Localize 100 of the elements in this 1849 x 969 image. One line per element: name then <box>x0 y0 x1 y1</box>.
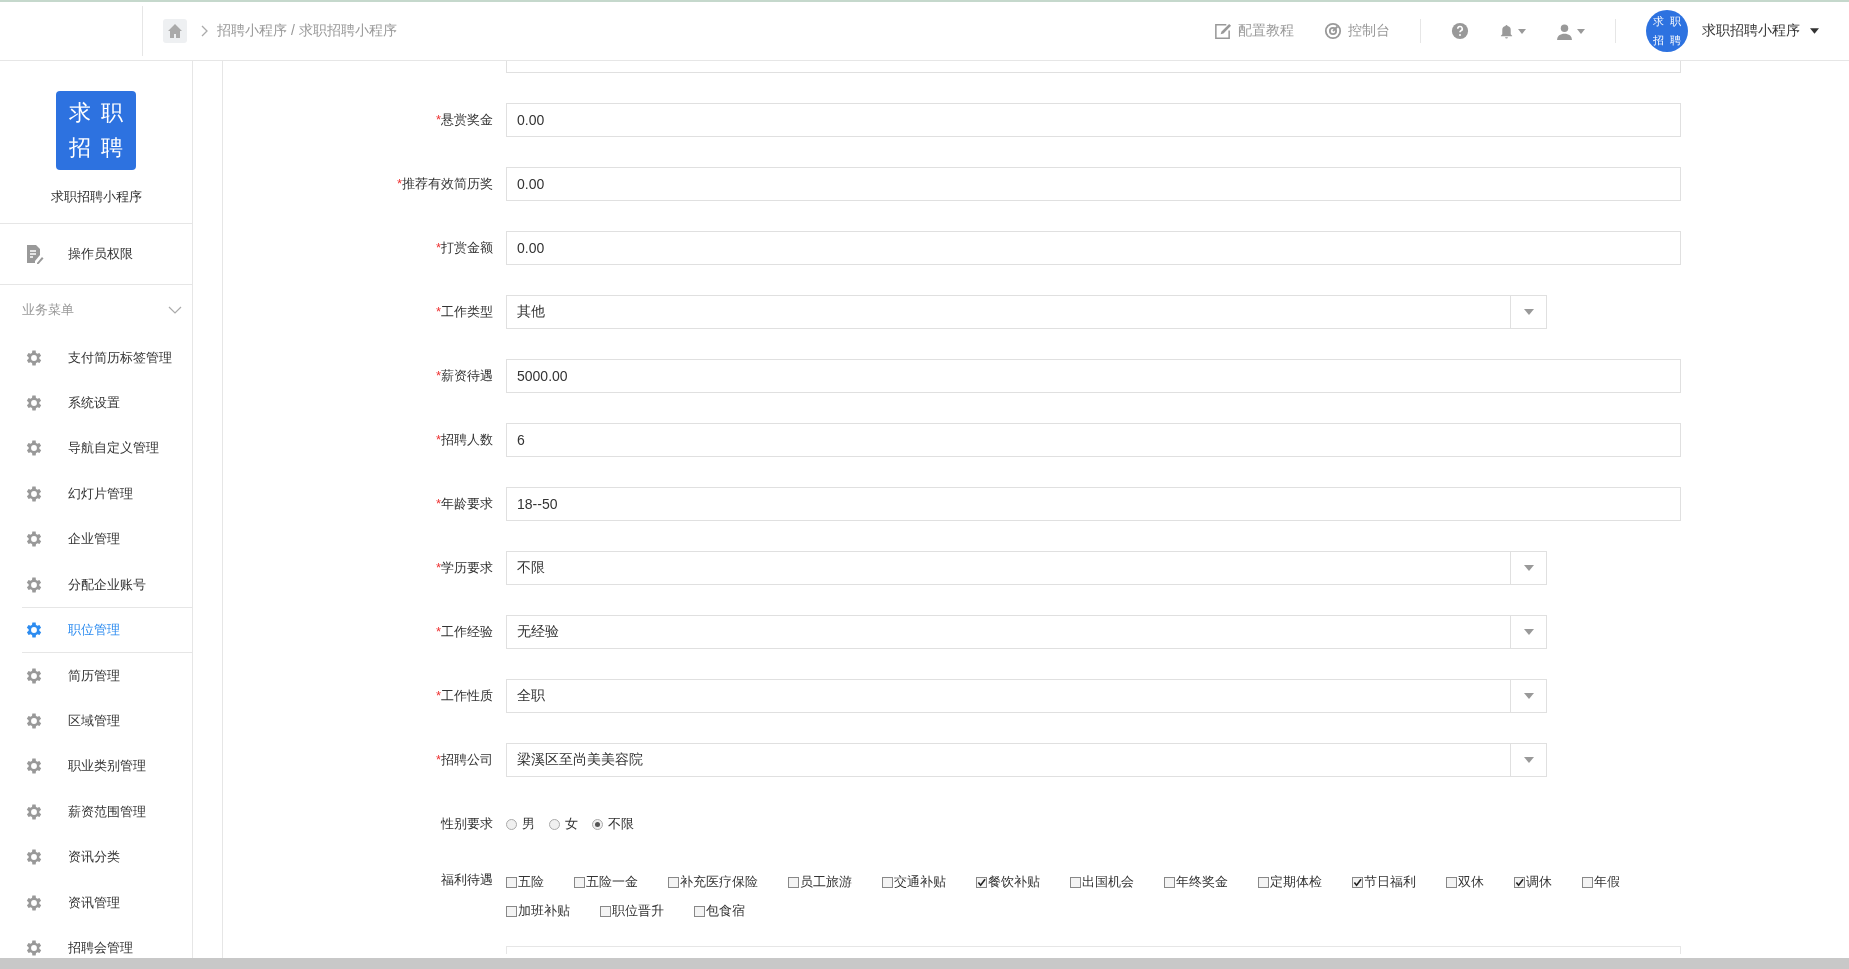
select-field[interactable]: 全职 <box>506 679 1547 713</box>
bell-icon <box>1499 23 1514 39</box>
field-label: *招聘人数 <box>434 431 494 449</box>
sidebar-item[interactable]: 职位管理 <box>22 607 192 653</box>
checkbox[interactable] <box>1514 876 1525 888</box>
checkbox[interactable] <box>600 905 611 917</box>
input-field[interactable]: 0.00 <box>506 231 1681 265</box>
checkbox-option[interactable]: 调休 <box>1514 873 1552 891</box>
radio-button[interactable] <box>506 818 517 830</box>
sidebar-item[interactable]: 幻灯片管理 <box>0 471 192 517</box>
field-label: *薪资待遇 <box>434 367 494 385</box>
help-icon <box>1451 22 1469 40</box>
checkbox-option[interactable]: 职位晋升 <box>600 902 664 920</box>
checkbox-option[interactable]: 补充医疗保险 <box>668 873 758 891</box>
checkbox[interactable] <box>574 876 585 888</box>
sidebar-item[interactable]: 分配企业账号 <box>0 561 192 608</box>
sidebar-item[interactable]: 薪资范围管理 <box>0 789 192 835</box>
input-field[interactable]: 0.00 <box>506 167 1681 201</box>
user-menu-button[interactable] <box>1556 22 1585 40</box>
checkbox[interactable] <box>1164 876 1175 888</box>
checkbox-option[interactable]: 加班补贴 <box>506 902 570 920</box>
sidebar-item[interactable]: 区域管理 <box>0 698 192 744</box>
sidebar-item[interactable]: 资讯分类 <box>0 834 192 881</box>
gear-icon <box>24 620 44 641</box>
field-label: *打赏金额 <box>434 239 494 257</box>
field-label: *悬赏奖金 <box>434 111 494 129</box>
select-field[interactable]: 其他 <box>506 295 1547 329</box>
document-icon <box>24 244 44 265</box>
sidebar-item[interactable]: 操作员权限 <box>0 224 192 285</box>
checkbox[interactable] <box>1070 876 1081 888</box>
sidebar-item[interactable]: 支付简历标签管理 <box>0 334 192 381</box>
checkbox[interactable] <box>788 876 799 888</box>
select-field[interactable]: 无经验 <box>506 615 1547 649</box>
gear-icon <box>24 711 44 732</box>
checkbox-option[interactable]: 五险 <box>506 873 544 891</box>
field-label: *招聘公司 <box>434 751 494 769</box>
caret-icon <box>1523 629 1534 635</box>
checkbox-option[interactable]: 餐饮补贴 <box>976 873 1040 891</box>
field-label: *学历要求 <box>434 559 494 577</box>
app-name: 求职招聘小程序 <box>49 188 143 207</box>
field-label: *年龄要求 <box>434 495 494 513</box>
gear-icon <box>24 938 44 959</box>
field-label: *工作经验 <box>434 623 494 641</box>
checkbox-option[interactable]: 交通补贴 <box>882 873 946 891</box>
checkbox[interactable] <box>1446 876 1457 888</box>
avatar[interactable]: 求 职 招 聘 <box>1646 10 1688 52</box>
input-field[interactable] <box>506 61 1681 73</box>
radio-option[interactable]: 不限 <box>592 815 634 833</box>
input-field[interactable] <box>506 946 1681 954</box>
horizontal-scrollbar[interactable] <box>0 958 1849 969</box>
caret-icon <box>1523 693 1534 699</box>
help-button[interactable] <box>1451 22 1469 40</box>
input-field[interactable]: 0.00 <box>506 103 1681 137</box>
input-field[interactable]: 5000.00 <box>506 359 1681 393</box>
checkbox-option[interactable]: 定期体检 <box>1258 873 1322 891</box>
app-logo: 求 职 招 聘 <box>56 91 136 171</box>
notifications-button[interactable] <box>1499 23 1526 39</box>
checkbox[interactable] <box>882 876 893 888</box>
checkbox-option[interactable]: 年终奖金 <box>1164 873 1228 891</box>
checkbox[interactable] <box>506 905 517 917</box>
select-field[interactable]: 不限 <box>506 551 1547 585</box>
checkbox-option[interactable]: 双休 <box>1446 873 1484 891</box>
checkbox[interactable] <box>1582 876 1593 888</box>
home-icon <box>167 23 183 39</box>
account-menu[interactable]: 求职招聘小程序 <box>1702 22 1819 40</box>
checkbox-option[interactable]: 包食宿 <box>694 902 745 920</box>
gear-icon <box>24 529 44 550</box>
radio-button[interactable] <box>592 818 603 830</box>
caret-icon <box>1523 757 1534 763</box>
checkbox[interactable] <box>668 876 679 888</box>
section-title: 业务菜单 <box>22 301 74 320</box>
sidebar-item[interactable]: 资讯管理 <box>0 880 192 926</box>
checkbox-option[interactable]: 员工旅游 <box>788 873 852 891</box>
checkbox-option[interactable]: 出国机会 <box>1070 873 1134 891</box>
sidebar-item[interactable]: 简历管理 <box>0 652 192 699</box>
select-field[interactable]: 梁溪区至尚美美容院 <box>506 743 1547 777</box>
radio-button[interactable] <box>549 818 560 830</box>
input-field[interactable]: 18--50 <box>506 487 1681 521</box>
caret-icon <box>1523 309 1534 315</box>
input-field[interactable]: 6 <box>506 423 1681 457</box>
checkbox-option[interactable]: 年假 <box>1582 873 1620 891</box>
radio-option[interactable]: 男 <box>506 815 535 833</box>
checkbox[interactable] <box>506 876 517 888</box>
gear-icon <box>24 438 44 459</box>
sidebar-item[interactable]: 职业类别管理 <box>0 743 192 790</box>
checkbox-option[interactable]: 五险一金 <box>574 873 638 891</box>
checkbox[interactable] <box>694 905 705 917</box>
field-label: *工作性质 <box>434 687 494 705</box>
checkbox[interactable] <box>1258 876 1269 888</box>
sidebar-item[interactable]: 企业管理 <box>0 516 192 562</box>
sidebar-item[interactable]: 系统设置 <box>0 380 192 426</box>
checkbox[interactable] <box>1352 876 1363 888</box>
edit-icon <box>1213 21 1232 41</box>
sidebar-item[interactable]: 导航自定义管理 <box>0 425 192 472</box>
sidebar-item[interactable]: 招聘会管理 <box>0 925 192 969</box>
radio-option[interactable]: 女 <box>549 815 578 833</box>
checkbox-option[interactable]: 节日福利 <box>1352 873 1416 891</box>
checkbox[interactable] <box>976 876 987 888</box>
caret-icon <box>1810 28 1819 34</box>
home-button[interactable] <box>163 19 187 43</box>
